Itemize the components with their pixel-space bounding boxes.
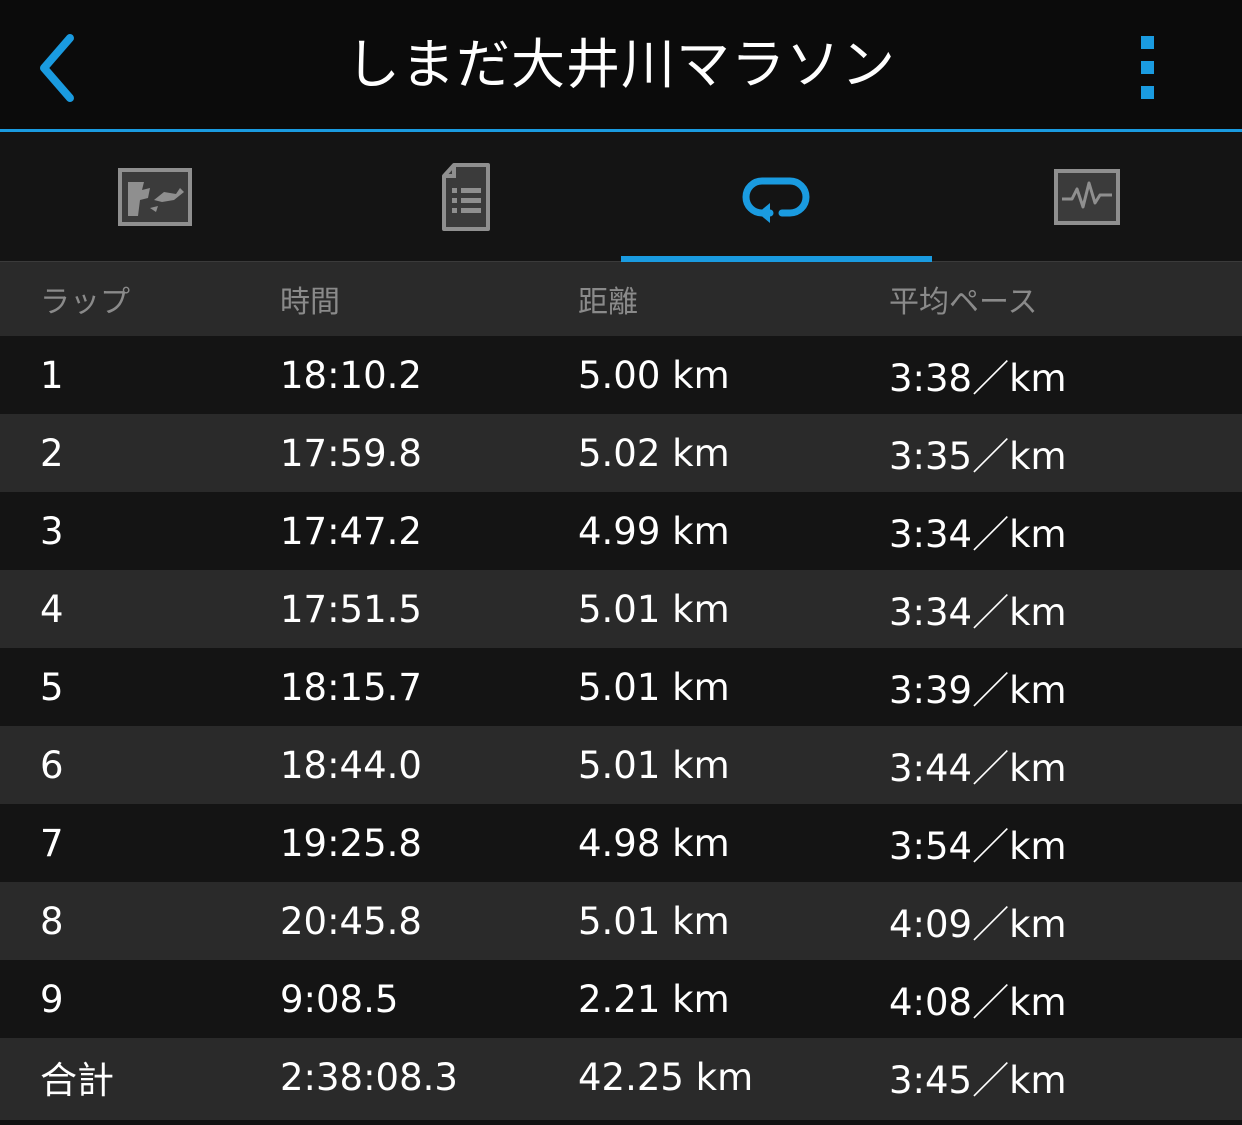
- lap-number: 8: [40, 899, 64, 943]
- lap-pace: 3:35／km: [889, 435, 1067, 478]
- lap-distance: 2.21 km: [578, 977, 730, 1021]
- lap-pace: 3:34／km: [889, 591, 1067, 634]
- lap-pace: 3:44／km: [889, 747, 1067, 790]
- table-row-total: 合計 2:38:08.3 42.25 km 3:45／km: [0, 1038, 1242, 1116]
- column-header-distance: 距離: [578, 285, 638, 320]
- lap-number: 6: [40, 743, 64, 787]
- lap-number: 3: [40, 509, 64, 553]
- page-title: しまだ大井川マラソン: [346, 33, 896, 96]
- lap-time: 17:47.2: [280, 509, 422, 553]
- lap-time: 18:44.0: [280, 743, 422, 787]
- column-header-time: 時間: [280, 285, 340, 320]
- lap-distance: 5.01 km: [578, 743, 730, 787]
- lap-distance: 5.02 km: [578, 431, 730, 475]
- total-distance: 42.25 km: [578, 1055, 754, 1099]
- activity-tabs: [0, 132, 1242, 262]
- table-row[interactable]: 3 17:47.2 4.99 km 3:34／km: [0, 492, 1242, 570]
- table-row[interactable]: 8 20:45.8 5.01 km 4:09／km: [0, 882, 1242, 960]
- lap-distance: 5.01 km: [578, 899, 730, 943]
- column-header-pace: 平均ペース: [889, 285, 1038, 320]
- laps-table-header: ラップ 時間 距離 平均ペース: [0, 262, 1242, 336]
- table-row[interactable]: 5 18:15.7 5.01 km 3:39／km: [0, 648, 1242, 726]
- lap-number: 2: [40, 431, 64, 475]
- tab-charts[interactable]: [932, 132, 1242, 261]
- lap-time: 9:08.5: [280, 977, 399, 1021]
- table-row[interactable]: 6 18:44.0 5.01 km 3:44／km: [0, 726, 1242, 804]
- lap-pace: 3:34／km: [889, 513, 1067, 556]
- total-pace: 3:45／km: [889, 1059, 1067, 1102]
- lap-pace: 3:39／km: [889, 669, 1067, 712]
- lap-distance: 5.01 km: [578, 665, 730, 709]
- tab-details[interactable]: [311, 132, 622, 261]
- lap-number: 9: [40, 977, 64, 1021]
- table-row[interactable]: 2 17:59.8 5.02 km 3:35／km: [0, 414, 1242, 492]
- lap-distance: 4.98 km: [578, 821, 730, 865]
- lap-pace: 4:08／km: [889, 981, 1067, 1024]
- laps-loop-icon: [742, 177, 810, 223]
- tab-map[interactable]: [0, 132, 311, 261]
- total-label: 合計: [40, 1059, 114, 1102]
- tab-laps[interactable]: [621, 132, 932, 262]
- details-list-icon: [441, 162, 490, 231]
- table-row[interactable]: 9 9:08.5 2.21 km 4:08／km: [0, 960, 1242, 1038]
- lap-number: 4: [40, 587, 64, 631]
- table-row[interactable]: 1 18:10.2 5.00 km 3:38／km: [0, 336, 1242, 414]
- lap-number: 5: [40, 665, 64, 709]
- lap-time: 17:51.5: [280, 587, 422, 631]
- lap-pace: 3:38／km: [889, 357, 1067, 400]
- app-header: しまだ大井川マラソン: [0, 0, 1242, 132]
- lap-time: 17:59.8: [280, 431, 422, 475]
- lap-pace: 4:09／km: [889, 903, 1067, 946]
- table-row[interactable]: 4 17:51.5 5.01 km 3:34／km: [0, 570, 1242, 648]
- table-row[interactable]: 7 19:25.8 4.98 km 3:54／km: [0, 804, 1242, 882]
- column-header-lap: ラップ: [40, 285, 130, 320]
- total-time: 2:38:08.3: [280, 1055, 458, 1099]
- lap-pace: 3:54／km: [889, 825, 1067, 868]
- chart-icon: [1053, 168, 1120, 225]
- laps-table-body: 1 18:10.2 5.00 km 3:38／km 2 17:59.8 5.02…: [0, 336, 1242, 1120]
- lap-distance: 5.00 km: [578, 353, 730, 397]
- lap-distance: 4.99 km: [578, 509, 730, 553]
- lap-distance: 5.01 km: [578, 587, 730, 631]
- lap-time: 18:10.2: [280, 353, 422, 397]
- more-vertical-icon: [1140, 36, 1154, 49]
- map-icon: [118, 167, 193, 226]
- table-bottom-divider: [0, 1116, 1242, 1120]
- lap-number: 7: [40, 821, 64, 865]
- more-options-button[interactable]: [1132, 36, 1162, 100]
- more-vertical-icon-dot: [1140, 86, 1154, 99]
- lap-time: 19:25.8: [280, 821, 422, 865]
- lap-time: 20:45.8: [280, 899, 422, 943]
- lap-number: 1: [40, 353, 64, 397]
- lap-time: 18:15.7: [280, 665, 422, 709]
- more-vertical-icon-dot: [1140, 61, 1154, 74]
